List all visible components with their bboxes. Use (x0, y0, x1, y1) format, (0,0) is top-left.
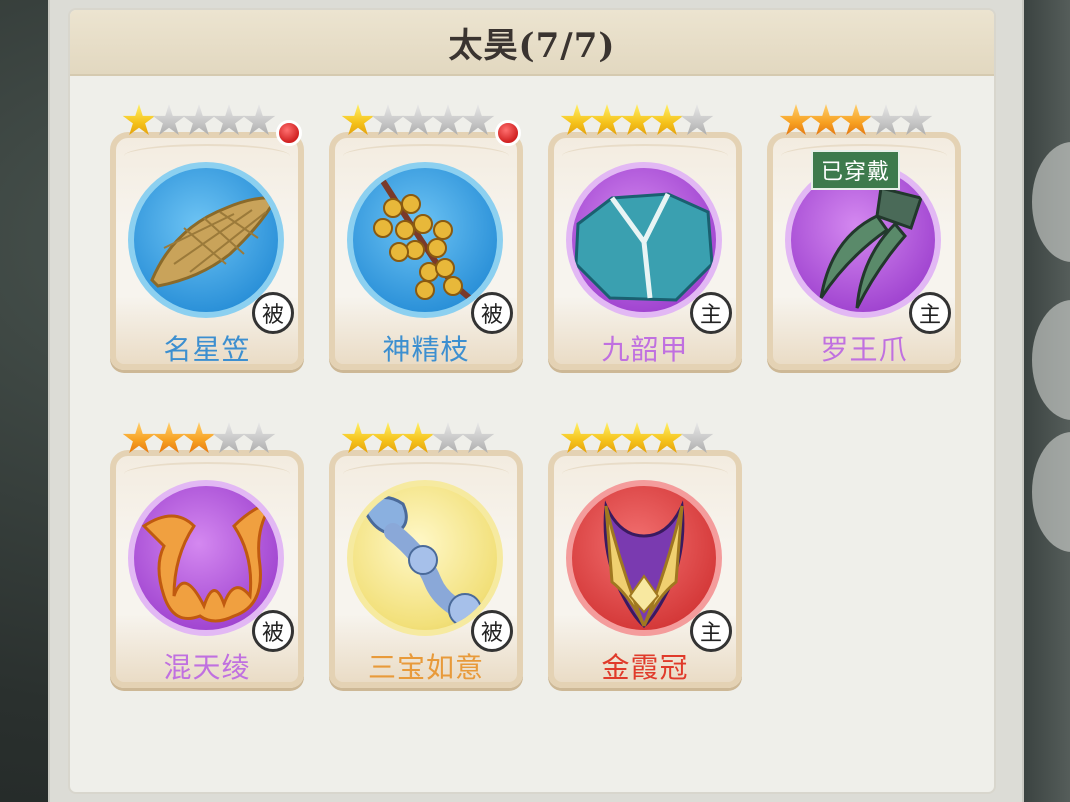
star-rating (560, 104, 714, 144)
star-rating (122, 104, 276, 144)
star-filled-icon (401, 422, 435, 453)
star-filled-icon (560, 422, 594, 453)
star-empty-icon (401, 104, 435, 135)
set-header: 太昊(7/7) (70, 10, 994, 76)
worn-badge: 已穿戴 (811, 150, 901, 190)
star-filled-icon (620, 104, 654, 135)
star-filled-icon (341, 104, 375, 135)
star-empty-icon (869, 104, 903, 135)
star-rating (341, 422, 495, 462)
star-filled-icon (779, 104, 813, 135)
item-name: 罗王爪 (820, 333, 908, 366)
star-empty-icon (212, 422, 246, 453)
star-empty-icon (680, 104, 714, 135)
star-filled-icon (590, 104, 624, 135)
star-filled-icon (650, 104, 684, 135)
equipment-card[interactable]: 主九韶甲 (548, 104, 742, 370)
star-filled-icon (182, 422, 216, 453)
notification-dot (495, 120, 521, 146)
notification-dot (276, 120, 302, 146)
star-empty-icon (152, 104, 186, 135)
star-filled-icon (650, 422, 684, 453)
equipment-card[interactable]: 被混天绫 (110, 422, 304, 688)
star-empty-icon (242, 422, 276, 453)
star-empty-icon (212, 104, 246, 135)
item-name: 九韶甲 (601, 333, 689, 366)
star-empty-icon (371, 104, 405, 135)
star-rating (779, 104, 933, 144)
equipment-card[interactable]: 被神精枝 (329, 104, 523, 370)
equipment-card[interactable]: 主金霞冠 (548, 422, 742, 688)
item-name: 名星笠 (163, 333, 251, 366)
star-filled-icon (122, 104, 156, 135)
star-empty-icon (182, 104, 216, 135)
equipment-card[interactable]: 已穿戴主罗王爪 (767, 104, 961, 370)
star-empty-icon (899, 104, 933, 135)
star-rating (560, 422, 714, 462)
star-filled-icon (560, 104, 594, 135)
star-filled-icon (371, 422, 405, 453)
star-rating (122, 422, 276, 462)
equipment-card[interactable]: 被三宝如意 (329, 422, 523, 688)
star-rating (341, 104, 495, 144)
star-empty-icon (431, 422, 465, 453)
star-filled-icon (620, 422, 654, 453)
star-empty-icon (461, 104, 495, 135)
star-filled-icon (152, 422, 186, 453)
item-name: 混天绫 (163, 651, 251, 684)
star-filled-icon (809, 104, 843, 135)
star-empty-icon (242, 104, 276, 135)
star-filled-icon (122, 422, 156, 453)
item-name: 金霞冠 (601, 651, 689, 684)
star-empty-icon (461, 422, 495, 453)
item-name: 神精枝 (382, 333, 470, 366)
star-empty-icon (431, 104, 465, 135)
star-empty-icon (680, 422, 714, 453)
item-name: 三宝如意 (367, 651, 484, 684)
set-title: 太昊(7/7) (448, 25, 616, 66)
star-filled-icon (590, 422, 624, 453)
star-filled-icon (839, 104, 873, 135)
star-filled-icon (341, 422, 375, 453)
equipment-card[interactable]: 被名星笠 (110, 104, 304, 370)
